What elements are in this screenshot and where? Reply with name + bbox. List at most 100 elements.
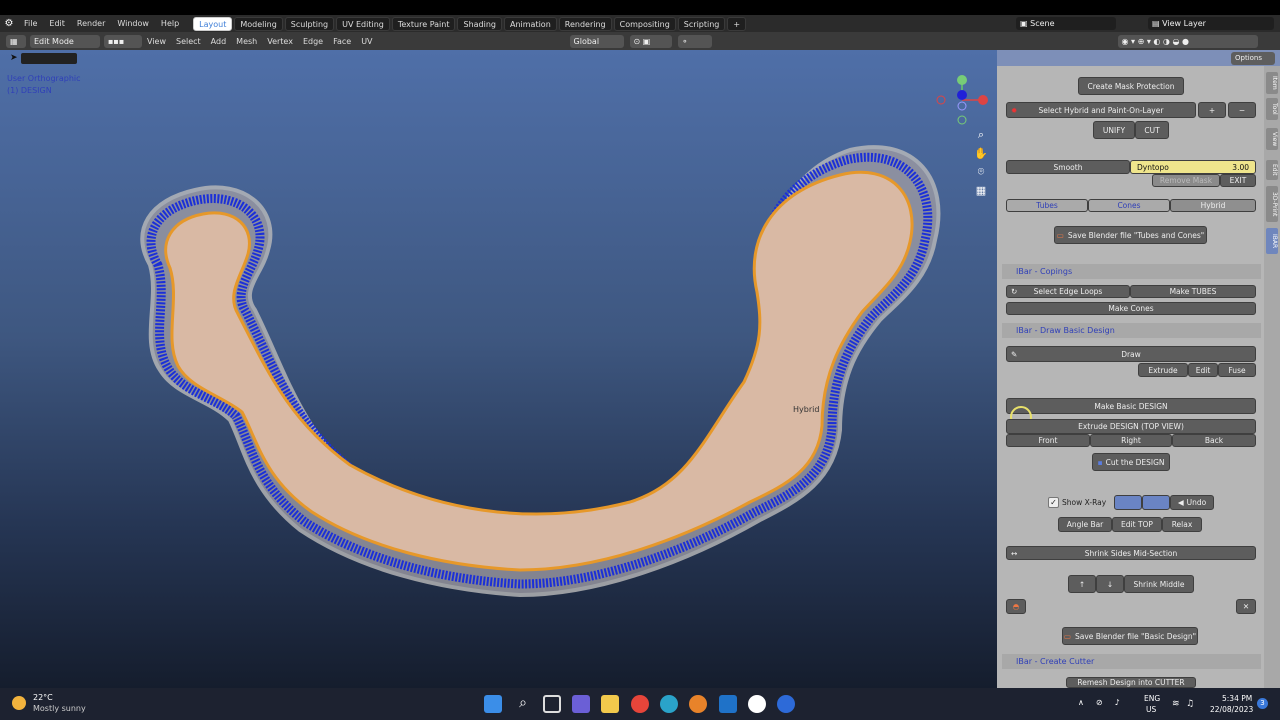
save-basic-design-button[interactable]: ▭ Save Blender file "Basic Design": [1062, 627, 1198, 645]
wifi-icon[interactable]: ≋: [1172, 699, 1180, 709]
xray-toggle[interactable]: ✓ Show X-Ray: [1048, 496, 1108, 509]
gizmo-x-axis[interactable]: [978, 95, 988, 105]
clock-time[interactable]: 5:34 PM: [1222, 694, 1252, 703]
blender-app-icon[interactable]: [689, 695, 707, 713]
add-layer-button[interactable]: +: [1198, 102, 1226, 118]
hybrid-toggle[interactable]: Hybrid: [1170, 199, 1256, 212]
tab-item[interactable]: Item: [1266, 72, 1278, 94]
shrink-sides-button[interactable]: ↔ Shrink Sides Mid-Section: [1006, 546, 1256, 560]
tab-uv-editing[interactable]: UV Editing: [336, 16, 390, 31]
scene-selector[interactable]: ▣ Scene: [1016, 17, 1116, 30]
gizmo-neg-x-axis[interactable]: [936, 95, 946, 105]
task-view-icon[interactable]: [543, 695, 561, 713]
tab-rendering[interactable]: Rendering: [558, 16, 612, 31]
menu-file[interactable]: File: [18, 15, 43, 32]
menu-help[interactable]: Help: [155, 15, 185, 32]
relax-button[interactable]: Relax: [1162, 517, 1202, 532]
snap-controls[interactable]: ⊙ ▣: [629, 34, 672, 48]
select-edge-loops-button[interactable]: ↻ Select Edge Loops: [1006, 285, 1130, 298]
create-cutter-section-header[interactable]: IBar - Create Cutter: [1002, 654, 1261, 669]
header-select[interactable]: Select: [171, 37, 206, 46]
editor-type-icon[interactable]: ▦: [6, 34, 26, 48]
start-windows-icon[interactable]: [484, 695, 502, 713]
tab-ibar[interactable]: IBAR: [1266, 228, 1278, 254]
header-add[interactable]: Add: [206, 37, 232, 46]
weather-sun-icon[interactable]: [12, 696, 26, 710]
options-dropdown[interactable]: Options: [1231, 52, 1275, 65]
file-explorer-icon[interactable]: [601, 695, 619, 713]
back-button[interactable]: Back: [1172, 434, 1256, 447]
shrink-middle-button[interactable]: Shrink Middle: [1124, 575, 1194, 593]
fuse-button[interactable]: Fuse: [1218, 363, 1256, 377]
draw-design-section-header[interactable]: IBar - Draw Basic Design: [1002, 323, 1261, 338]
unify-button[interactable]: UNIFY: [1093, 121, 1135, 139]
3d-viewport[interactable]: User Orthographic (1) DESIGN ➤ Hybrid ⌕ …: [0, 50, 997, 688]
exit-button[interactable]: EXIT: [1220, 174, 1256, 187]
tab-layout[interactable]: Layout: [193, 16, 233, 31]
view-layer-selector[interactable]: ▤ View Layer: [1148, 17, 1274, 30]
gizmo-neg-y-axis[interactable]: [957, 115, 967, 125]
cut-button[interactable]: CUT: [1135, 121, 1169, 139]
save-tubes-cones-button[interactable]: ▭ Save Blender file "Tubes and Cones": [1054, 226, 1207, 244]
tab-animation[interactable]: Animation: [503, 16, 557, 31]
tab-modeling[interactable]: Modeling: [234, 16, 283, 31]
make-cones-button[interactable]: Make Cones: [1006, 302, 1256, 315]
app-icon-2[interactable]: [777, 695, 795, 713]
right-button[interactable]: Right: [1090, 434, 1172, 447]
notification-badge[interactable]: 3: [1257, 698, 1268, 709]
copings-section-header[interactable]: IBar - Copings: [1002, 264, 1261, 279]
tab-view[interactable]: View: [1266, 128, 1278, 150]
language-code[interactable]: ENG: [1144, 694, 1160, 703]
create-mask-protection-button[interactable]: Create Mask Protection: [1078, 77, 1184, 95]
xray-mode-a-button[interactable]: [1114, 495, 1142, 510]
clock-date[interactable]: 22/08/2023: [1210, 705, 1253, 714]
remove-mask-button[interactable]: Remove Mask: [1152, 174, 1220, 187]
remesh-cutter-button[interactable]: Remesh Design into CUTTER: [1066, 677, 1196, 688]
angle-bar-button[interactable]: Angle Bar: [1058, 517, 1112, 532]
system-tray-icons[interactable]: ∧ ⊘ ♪: [1078, 698, 1138, 710]
xray-checkbox[interactable]: ✓: [1048, 497, 1059, 508]
front-button[interactable]: Front: [1006, 434, 1090, 447]
navigation-gizmo[interactable]: [930, 72, 990, 132]
tab-3d-print[interactable]: 3D-Print: [1266, 186, 1278, 222]
tab-scripting[interactable]: Scripting: [677, 16, 726, 31]
extrude-button[interactable]: Extrude: [1138, 363, 1188, 377]
cones-toggle[interactable]: Cones: [1088, 199, 1170, 212]
dyntopo-field[interactable]: Dyntopo 3.00: [1130, 160, 1256, 174]
make-tubes-button[interactable]: Make TUBES: [1130, 285, 1256, 298]
menu-render[interactable]: Render: [71, 15, 111, 32]
menu-window[interactable]: Window: [111, 15, 155, 32]
proportional-edit[interactable]: ⚬: [677, 34, 712, 48]
pan-hand-icon[interactable]: ✋: [974, 147, 988, 160]
add-workspace-button[interactable]: +: [727, 16, 747, 31]
header-view[interactable]: View: [142, 37, 171, 46]
select-hybrid-button[interactable]: ✹ Select Hybrid and Paint-On-Layer: [1006, 102, 1196, 118]
edit-top-button[interactable]: Edit TOP: [1112, 517, 1162, 532]
edge-icon[interactable]: [660, 695, 678, 713]
gizmo-y-axis[interactable]: [957, 75, 967, 85]
header-face[interactable]: Face: [328, 37, 356, 46]
tubes-toggle[interactable]: Tubes: [1006, 199, 1088, 212]
menu-edit[interactable]: Edit: [43, 15, 71, 32]
chat-icon[interactable]: [572, 695, 590, 713]
overlay-shading-controls[interactable]: ◉ ▾ ⊕ ▾ ◐ ◑ ◒ ●: [1117, 34, 1258, 48]
edit-button[interactable]: Edit: [1188, 363, 1218, 377]
camera-icon[interactable]: ⌾: [978, 165, 985, 179]
shrink-down-button[interactable]: ↓: [1096, 575, 1124, 593]
chrome-icon[interactable]: [631, 695, 649, 713]
transform-orientation[interactable]: Global: [569, 34, 624, 48]
extrude-design-button[interactable]: Extrude DESIGN (TOP VIEW): [1006, 419, 1256, 434]
search-icon[interactable]: ⌕: [514, 695, 532, 713]
remove-layer-button[interactable]: −: [1228, 102, 1256, 118]
overlay-quick-icons[interactable]: [1163, 52, 1227, 64]
gizmo-z-axis[interactable]: [957, 90, 967, 100]
mesh-design[interactable]: Hybrid: [0, 50, 997, 688]
draw-button[interactable]: ✎ Draw: [1006, 346, 1256, 362]
shrink-up-button[interactable]: ↑: [1068, 575, 1096, 593]
blender-logo-icon[interactable]: ⚙: [0, 18, 18, 29]
volume-icon[interactable]: ♫: [1186, 699, 1194, 709]
tab-sculpting[interactable]: Sculpting: [284, 16, 335, 31]
header-uv[interactable]: UV: [356, 37, 377, 46]
tab-edit[interactable]: Edit: [1266, 160, 1278, 180]
tab-shading[interactable]: Shading: [457, 16, 502, 31]
